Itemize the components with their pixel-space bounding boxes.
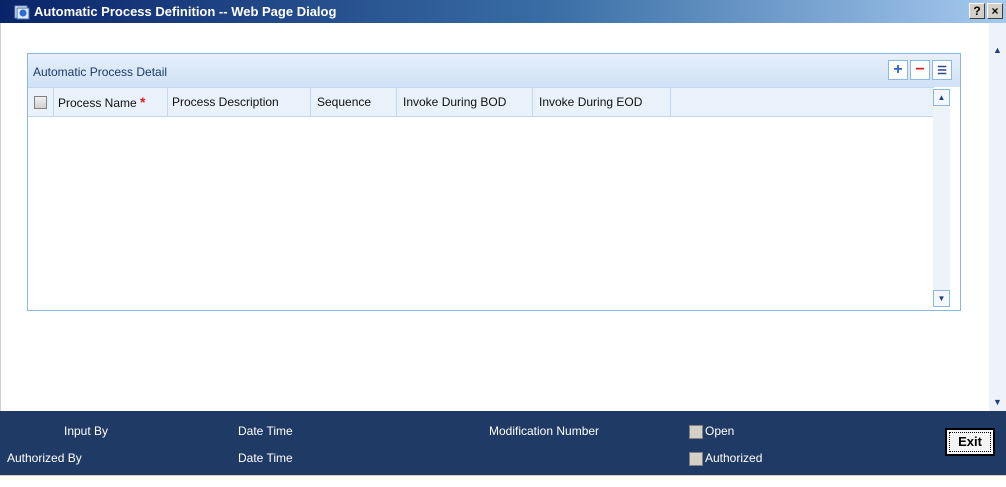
- authorized-checkbox[interactable]: [689, 451, 703, 466]
- required-marker: *: [140, 94, 146, 110]
- process-name-label: Process Name: [58, 96, 137, 110]
- panel-header: Automatic Process Detail + − ☰: [28, 54, 960, 87]
- exit-button[interactable]: Exit: [945, 428, 995, 456]
- authorized-label: Authorized: [705, 451, 763, 465]
- authorized-by-label: Authorized By: [7, 451, 82, 465]
- column-header-process-description[interactable]: Process Description: [168, 88, 311, 116]
- open-label: Open: [705, 424, 735, 438]
- dialog-icon: [14, 5, 30, 19]
- column-header-invoke-during-bod[interactable]: Invoke During BOD: [397, 88, 533, 116]
- authorized-date-time-label: Date Time: [238, 451, 293, 465]
- window-scrollbar[interactable]: ▲ ▼: [989, 23, 1006, 411]
- grid-scroll-down-icon[interactable]: ▼: [933, 290, 950, 307]
- help-button[interactable]: ?: [969, 3, 985, 19]
- add-row-button[interactable]: +: [888, 60, 908, 80]
- open-status: Open: [689, 424, 734, 439]
- select-all-cell: [28, 88, 54, 116]
- column-header-sequence[interactable]: Sequence: [311, 88, 397, 116]
- authorized-status: Authorized: [689, 451, 762, 466]
- grid-scroll-up-icon[interactable]: ▲: [933, 89, 950, 106]
- modification-number-label: Modification Number: [489, 424, 600, 438]
- scroll-down-arrow-icon[interactable]: ▼: [989, 393, 1006, 410]
- automatic-process-detail-panel: Automatic Process Detail + − ☰ Process N…: [27, 53, 961, 311]
- audit-footer: Input By Authorized By Date Time Date Ti…: [0, 411, 1006, 475]
- window-title: Automatic Process Definition -- Web Page…: [34, 4, 337, 19]
- grid-header-row: Process Name * Process Description Seque…: [28, 87, 934, 117]
- date-time-label: Date Time: [238, 424, 293, 438]
- grid-scrollbar[interactable]: ▲ ▼: [933, 89, 950, 307]
- panel-title: Automatic Process Detail: [33, 65, 168, 79]
- close-button[interactable]: ×: [987, 3, 1003, 19]
- delete-row-button[interactable]: −: [910, 60, 930, 80]
- column-header-invoke-during-eod[interactable]: Invoke During EOD: [533, 88, 671, 116]
- column-header-process-name[interactable]: Process Name *: [54, 88, 168, 116]
- input-by-label: Input By: [64, 424, 109, 438]
- window-bottom-edge: [0, 475, 1006, 487]
- scroll-up-arrow-icon[interactable]: ▲: [989, 41, 1006, 58]
- select-all-checkbox[interactable]: [34, 96, 47, 110]
- title-bar: Automatic Process Definition -- Web Page…: [0, 0, 1006, 23]
- open-checkbox[interactable]: [689, 424, 703, 439]
- single-view-button[interactable]: ☰: [932, 60, 952, 80]
